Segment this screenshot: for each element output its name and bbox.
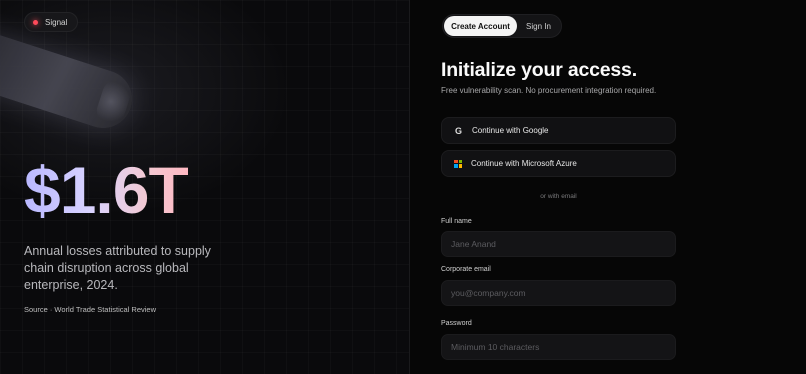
signal-badge: Signal [24,12,79,32]
signal-label: Signal [45,17,68,27]
page-subtitle: Free vulnerability scan. No procurement … [441,86,657,95]
hero-panel: Signal $1.6T Annual losses attributed to… [0,0,410,374]
google-icon: G [454,125,462,136]
headline-statistic: $1.6T [24,153,189,227]
tab-sign-in[interactable]: Sign In [517,16,560,36]
microsoft-button-label: Continue with Microsoft Azure [471,159,577,168]
signal-dot-icon [33,19,38,25]
auth-tabs: Create Account Sign In [442,14,562,38]
google-signin-button[interactable]: G Continue with Google [441,117,676,144]
auth-panel [410,0,806,374]
microsoft-icon [454,159,462,168]
statistic-source: Source · World Trade Statistical Review [24,305,156,314]
email-input[interactable] [441,280,676,306]
full-name-label: Full name [441,218,472,225]
email-label: Corporate email [441,266,491,273]
google-button-label: Continue with Google [472,126,549,135]
microsoft-signin-button[interactable]: Continue with Microsoft Azure [441,150,676,177]
or-divider: or with email [540,193,577,200]
page-title: Initialize your access. [441,59,637,81]
statistic-description: Annual losses attributed to supply chain… [24,244,211,292]
password-input[interactable] [441,334,676,360]
full-name-input[interactable] [441,231,676,257]
tab-create-account[interactable]: Create Account [444,16,517,36]
password-label: Password [441,320,472,327]
